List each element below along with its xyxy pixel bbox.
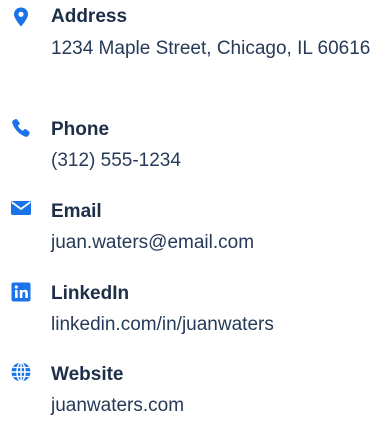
contact-value-address: 1234 Maple Street, Chicago, IL 60616: [51, 38, 371, 59]
contact-label-address: Address: [51, 6, 128, 27]
contact-label-linkedin: LinkedIn: [51, 283, 130, 304]
contact-label-website: Website: [51, 364, 124, 385]
contact-value-email[interactable]: juan.waters@email.com: [51, 227, 376, 258]
contact-list: Address 1234 Maple Street, Chicago, IL 6…: [0, 0, 378, 419]
contact-value-linkedin[interactable]: linkedin.com/in/juanwaters: [51, 309, 376, 340]
linkedin-icon: [10, 281, 32, 303]
contact-value-phone: (312) 555-1234: [51, 150, 181, 171]
contact-value-website[interactable]: juanwaters.com: [51, 390, 376, 421]
contact-label-email: Email: [51, 201, 102, 222]
phone-icon: [10, 117, 32, 139]
envelope-icon: [10, 197, 32, 219]
globe-icon: [10, 361, 32, 383]
map-pin-icon: [10, 6, 32, 28]
contact-label-phone: Phone: [51, 119, 110, 140]
